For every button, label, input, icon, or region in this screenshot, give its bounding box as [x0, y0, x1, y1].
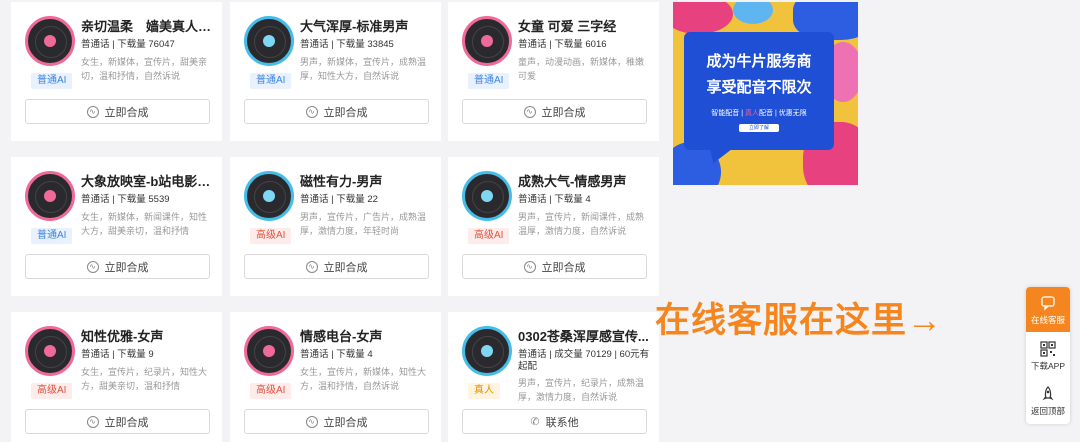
wave-icon: ∿ [305, 260, 318, 273]
button-label: 立即合成 [541, 106, 586, 119]
promo-headline: 成为牛片服务商 [706, 53, 812, 70]
back-to-top-button[interactable]: 返回顶部 [1026, 378, 1070, 423]
voice-card[interactable]: 高级AI 情感电台-女声 普通话 | 下载量 4 女生，宣传片，新媒体，知性大方… [230, 312, 441, 442]
tier-badge: 高级AI [31, 383, 73, 399]
rocket-icon [1040, 386, 1056, 402]
chat-icon [1040, 295, 1056, 311]
voice-card[interactable]: 高级AI 成熟大气-情感男声 普通话 | 下载量 4 男声，宣传片，新闻课件，成… [448, 157, 659, 296]
synthesize-button[interactable]: ∿ 立即合成 [462, 99, 647, 124]
sidebar-label: 下载APP [1030, 361, 1065, 371]
voice-card[interactable]: 高级AI 知性优雅-女声 普通话 | 下载量 9 女生，宣传片，纪录片，知性大方… [11, 312, 222, 442]
voice-tags: 男声，宣传片，新闻课件，成熟温厚，激情力度，自然诉说 [518, 212, 645, 236]
voice-meta: 普通话 | 下载量 4 [300, 349, 373, 360]
tier-badge: 真人 [468, 383, 500, 399]
voice-tags: 童声，动漫动画，新媒体，稚嫩可爱 [518, 57, 645, 81]
voice-meta: 普通话 | 下载量 76047 [81, 39, 175, 50]
tier-badge: 普通AI [250, 73, 292, 89]
wave-icon: ∿ [523, 105, 536, 118]
download-app-button[interactable]: 下载APP [1026, 333, 1070, 378]
qr-code-icon [1040, 341, 1056, 357]
button-label: 立即合成 [104, 416, 149, 429]
voice-title[interactable]: 大气浑厚-标准男声 [300, 16, 434, 35]
voice-title[interactable]: 成熟大气-情感男声 [518, 171, 652, 190]
voice-meta: 普通话 | 下载量 33845 [300, 39, 394, 50]
button-label: 立即合成 [104, 261, 149, 274]
voice-meta: 普通话 | 下载量 6016 [518, 39, 607, 50]
floating-sidebar: 在线客服 下载APP 返回顶部 [1026, 287, 1070, 424]
wave-icon: ∿ [86, 260, 99, 273]
voice-card[interactable]: 普通AI 女童 可爱 三字经 普通话 | 下载量 6016 童声，动漫动画，新媒… [448, 2, 659, 141]
button-label: 立即合成 [323, 416, 368, 429]
synthesize-button[interactable]: ∿ 立即合成 [462, 254, 647, 279]
voice-meta: 普通话 | 成交量 70129 | 60元有起配 [518, 349, 650, 372]
voice-title[interactable]: 亲切温柔 嫱美真人主播 [81, 16, 215, 35]
synthesize-button[interactable]: ∿ 立即合成 [244, 409, 429, 434]
record-icon [25, 326, 75, 376]
sidebar-label: 在线客服 [1030, 315, 1065, 325]
synthesize-button[interactable]: ∿ 立即合成 [244, 99, 429, 124]
wave-icon: ∿ [305, 105, 318, 118]
customer-service-callout: 在线客服在这里→ [655, 301, 944, 340]
online-service-button[interactable]: 在线客服 [1026, 287, 1070, 332]
record-icon [244, 16, 294, 66]
tier-badge: 高级AI [250, 383, 292, 399]
voice-title[interactable]: 大象放映室-b站电影解说 [81, 171, 215, 190]
promo-features: 智能配音 | 真人配音 | 优惠无限 [711, 110, 807, 117]
synthesize-button[interactable]: ∿ 立即合成 [25, 409, 210, 434]
voice-meta: 普通话 | 下载量 5539 [81, 194, 170, 205]
voice-card[interactable]: 高级AI 磁性有力-男声 普通话 | 下载量 22 男声，宣传片，广告片，成熟温… [230, 157, 441, 296]
wave-icon: ∿ [86, 415, 99, 428]
button-label: 立即合成 [541, 261, 586, 274]
record-icon [462, 171, 512, 221]
voice-tags: 男声，宣传片，广告片，成熟温厚，激情力度，年轻时尚 [300, 212, 427, 236]
voice-card[interactable]: 普通AI 亲切温柔 嫱美真人主播 普通话 | 下载量 76047 女生，新媒体，… [11, 2, 222, 141]
voice-tags: 男声，新媒体，宣传片，成熟温厚，知性大方，自然诉说 [300, 57, 427, 81]
wave-icon: ∿ [86, 105, 99, 118]
voice-title[interactable]: 女童 可爱 三字经 [518, 16, 652, 35]
contact-button[interactable]: ✆ 联系他 [462, 409, 647, 434]
voice-meta: 普通话 | 下载量 4 [518, 194, 591, 205]
voice-meta: 普通话 | 下载量 22 [300, 194, 378, 205]
voice-card[interactable]: 普通AI 大气浑厚-标准男声 普通话 | 下载量 33845 男声，新媒体，宣传… [230, 2, 441, 141]
tier-badge: 高级AI [468, 228, 510, 244]
synthesize-button[interactable]: ∿ 立即合成 [244, 254, 429, 279]
record-icon [462, 16, 512, 66]
sidebar-label: 返回顶部 [1030, 406, 1065, 416]
promo-banner[interactable]: 成为牛片服务商 享受配音不限次 智能配音 | 真人配音 | 优惠无限 立即了解 [673, 2, 858, 185]
wave-icon: ∿ [305, 415, 318, 428]
voice-tags: 女生，新媒体，宣传片，甜美亲切，温和抒情，自然诉说 [81, 57, 208, 81]
record-icon [244, 326, 294, 376]
record-icon [462, 326, 512, 376]
tier-badge: 普通AI [468, 73, 510, 89]
tier-badge: 普通AI [31, 228, 73, 244]
tier-badge: 高级AI [250, 228, 292, 244]
synthesize-button[interactable]: ∿ 立即合成 [25, 99, 210, 124]
button-label: 立即合成 [323, 106, 368, 119]
button-label: 立即合成 [104, 106, 149, 119]
voice-tags: 女生，新媒体，新闻课件，知性大方，甜美亲切，温和抒情 [81, 212, 208, 236]
voice-title[interactable]: 情感电台-女声 [300, 326, 434, 345]
phone-icon: ✆ [530, 416, 540, 428]
wave-icon: ∿ [523, 260, 536, 273]
voice-tags: 女生，宣传片，新媒体，知性大方，温和抒情，自然诉说 [300, 367, 427, 391]
voice-card[interactable]: 普通AI 大象放映室-b站电影解说 普通话 | 下载量 5539 女生，新媒体，… [11, 157, 222, 296]
record-icon [25, 16, 75, 66]
record-icon [244, 171, 294, 221]
voice-meta: 普通话 | 下载量 9 [81, 349, 154, 360]
voice-card[interactable]: 真人 0302苍桑浑厚感宣传... 普通话 | 成交量 70129 | 60元有… [448, 312, 659, 442]
voice-tags: 女生，宣传片，纪录片，知性大方，甜美亲切，温和抒情 [81, 367, 208, 391]
button-label: 立即合成 [323, 261, 368, 274]
record-icon [25, 171, 75, 221]
voice-title[interactable]: 0302苍桑浑厚感宣传... [518, 326, 652, 345]
tier-badge: 普通AI [31, 73, 73, 89]
promo-subheadline: 享受配音不限次 [706, 79, 812, 96]
promo-cta-button[interactable]: 立即了解 [739, 124, 779, 132]
synthesize-button[interactable]: ∿ 立即合成 [25, 254, 210, 279]
button-label: 联系他 [545, 416, 579, 429]
voice-title[interactable]: 磁性有力-男声 [300, 171, 434, 190]
voice-tags: 男声，宣传片，纪录片，成熟温厚，激情力度，自然诉说 [518, 378, 645, 402]
voice-title[interactable]: 知性优雅-女声 [81, 326, 215, 345]
